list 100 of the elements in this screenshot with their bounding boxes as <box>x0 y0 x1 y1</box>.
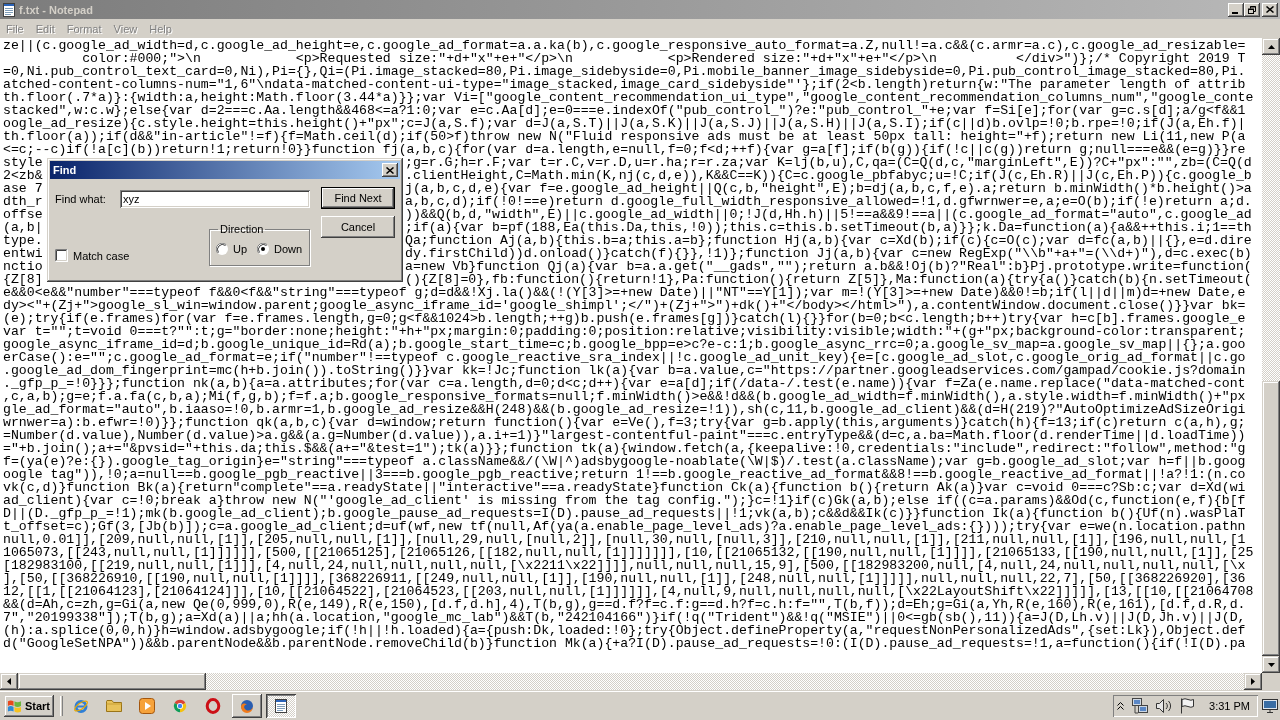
scrollbar-thumb[interactable] <box>18 673 206 690</box>
code-line: dth_r <box>3 195 43 208</box>
four-pane-logo-icon <box>7 698 22 713</box>
notepad-icon <box>275 698 287 713</box>
scroll-left-button[interactable] <box>0 673 18 690</box>
down-arrow-icon <box>1267 662 1275 667</box>
start-button[interactable]: Start <box>4 694 54 717</box>
desktop-icon[interactable] <box>1262 698 1278 713</box>
direction-radio[interactable]: Down <box>257 243 303 255</box>
code-line: 1065073,[[243,null,null,[1]]]]]],[500,[[21065125],[21065126,[[182,null,null,[1]]]]]]],[10,[[21065132,[[190,null,null,[1]]]],[21065133,[[190,null,null,[1]],[25 <box>3 545 1254 560</box>
code-line: .google_ad_dom_fingerprint=mc(h+b.join()).toString()}}var kk=!Jc;function lk(a){var b=a.value,c="https://partner.googleadservices.com/gampad/cookie.js?domain <box>3 363 1246 378</box>
code-line: Qa;function Aj(a,b){this.b=a;this.a=b};function Hj(a,b){var c=Xd(b);if(c){c=O(c);var d=fc(a,b)||{},e=d.dire <box>405 234 1252 247</box>
minimize-button[interactable] <box>1228 2 1244 17</box>
code-line: google_async_iframe_id=d;b.google_unique_id=Rd(a);b.google_start_time=c;b.google_bpp=e>c?e-c:1;b.google_async_rrc=0;a.google_sv_map=a.google_sv_map||{};a.goo <box>3 337 1246 352</box>
taskbar-button[interactable] <box>266 693 296 718</box>
vertical-scrollbar[interactable] <box>1262 38 1280 673</box>
close-icon <box>386 166 394 174</box>
code-line: ad_client){var c=!0;break a}throw new N("'google_ad_client' is missing from the tag config.");}c=!1}if(c)Gk(a,b);else if((c=a.params)&&Od(c,function(e,f){b[f <box>3 493 1246 508</box>
globe-orbit-icon[interactable] <box>73 697 89 714</box>
code-line: stacked",w:c.w};else{var d=2===c.Aa.length&&468<=a?1:0;var e=c.Aa[d];e=0===e.indexOf("pub_control_")?e:"pub_control_"+e;var f=Si[e];for(var g=c.s[d];a/g<f&&1 <box>3 103 1246 118</box>
code-line: (h):a.splice(0,0,h)}h=window.adsbygoogle;if(!h||!h.loaded){a={push:Dk,loaded:!0};try{Object.defineProperty(a,"requestNonPersonalizedAds",{set:Lk}),Object.def <box>3 623 1246 638</box>
play-icon[interactable] <box>139 697 155 714</box>
code-line: th.floor(a));if(d&&"in-article"!=f){f=Math.ceil(d);if(50>f)throw new N("Fluid responsive ads must be at least 50px tall: height="+f);return new Li(11,new P(a <box>3 129 1246 144</box>
direction-radio[interactable]: Up <box>216 243 248 255</box>
horizontal-scrollbar[interactable] <box>0 673 1262 690</box>
code-line: t_offset=c);Gf(3,[Jb(b)]);c=a.google_ad_client;d=uf(wf,new tf(null,Af(ya(a.enable_page_level_ads)?a.enable_page_level_ads:{})));try{var e=we(n.location.pathn <box>3 519 1246 534</box>
code-line: (a,b| <box>3 221 43 234</box>
scrollbar-thumb[interactable] <box>1262 381 1280 656</box>
speaker-icon[interactable] <box>1156 698 1173 713</box>
taskbar-button[interactable] <box>232 693 262 718</box>
dialog-button[interactable]: Cancel <box>321 216 395 238</box>
clock: 3:31 PM <box>1209 699 1250 712</box>
code-line: ._gfp_p_=!0}}};function nk(a,b){a=a.attributes;for(var c=a.length,d=0;d<c;d++){var e=a[d];if(/data-/.test(e.name)){var f=Za(e.name.replace("data-matched-cont <box>3 376 1246 391</box>
code-line: ze||(c.google_ad_width=d,c.google_ad_height=e,c.google_ad_format=a.a.ka(b),c.google_responsive_auto_format=a.Z,null!=a.c&&(c.armr=a.c),c.google_ad_resizable= <box>3 38 1246 53</box>
code-line: =Number(d.value),Number(d.value)>a.g&&(a.g=Number(d.value)),a.i+=1)}"largest-contentful-paint"===c.entryType&&(d=c,a.ba=Math.floor(d.renderTime||d.loadTime)) <box>3 428 1246 443</box>
code-line: d("GoogleSetNPA"))&&b.parentNode&&b.parentNode.removeChild(b)}function Mk(a){+a?I(D).pause_ad_requests=!0:(I(D).pause_ad_requests=!1,a=function(){if(!I(D).pa <box>3 636 1246 651</box>
scroll-down-button[interactable] <box>1262 656 1280 673</box>
code-line: D||(D._gfp_p_=!1);mk(b.google_ad_client);b.google_pause_ad_requests=I(D).pause_ad_requests||!1;vk(a,b);c&&d&&Ik(c)}}function Ik(a){function b(){Uf(n).wasPlaT <box>3 506 1246 521</box>
code-line: var t="";t=void 0===t?"":t;g="border:none;height:"+h+"px;margin:0;padding:0;position:relative;visibility:visible;width:"+(g+"px;background-color:transparent; <box>3 324 1246 339</box>
up-arrow-icon <box>1267 44 1275 49</box>
restore-button[interactable] <box>1244 2 1260 17</box>
code-line: ="+b.join();a+="&pvsid="+this.da;this.$&&(a+="&test=1");tk(a)}};function tk(a){window.fetch(a,{keepalive:!0,credentials:"include",redirect:"follow",method:"g <box>3 441 1246 456</box>
code-line: a=new Vb}function Qj(a){var b=a.a.get("__gads","");return a.b&&!Oj(b)?"Real":b}Pj.prototype.write=function( <box>405 260 1252 273</box>
code-line: ],[50,[[368226910,[[190,null,null,[1]]]],[368226911,[[249,null,null,[1]],[190,null,null,[1]],[248,null,null,[1]]]]],null,null,null,22,7],[50,[[368226920],[36 <box>3 571 1246 586</box>
window-title: f.txt - Notepad <box>19 3 93 16</box>
match-case-checkbox[interactable]: Match case <box>55 249 130 262</box>
swirl-globe-icon <box>239 697 255 714</box>
code-line: 2<zb& <box>3 169 43 182</box>
code-line: atched-content-columns-num="1,6"\ndata-matched-content-ui-type="image_stacked,image_card_sidebyside"'};if(2<b.length)return{w:"The parameter length of attrib <box>3 77 1246 92</box>
dialog-title: Find <box>53 164 77 176</box>
code-line: gle_ad_format="auto",b.iaaso=!0,b.armr=1,b.google_ad_resize&&H(248)&&(b.google_ad_resize=!1)),sh(c,11,b.google_ad_client)&&(d=H(219)?"AutoOptimizeAdSizeOrigi <box>3 402 1246 417</box>
code-line: ;g=r.G;h=r.F;var t=r.C,v=r.D,u=r.ha;r=r.za;var K=lj(b,u),C,qa=(C=Q(d,c,"marginLeft",E))?C+"px":"",zb=(C=Q(d <box>405 156 1252 169</box>
code-line: &&(d=Ah,c=zh,g=Gi(a,new Qe(0,999,0),R(e,149),R(e,150),[d.f,d.h],4),T(b,g),g==d.f?f=c.f:g==d.h?f=c.h:f="",T(b,f));d=Eh;g=Gi(a,Yh,R(e,160),R(e,161),[d.f,d.R,d. <box>3 597 1246 612</box>
scroll-up-button[interactable] <box>1262 38 1280 55</box>
close-button[interactable] <box>382 163 398 177</box>
code-line: e&&0<e&&"number"===typeof f&&0<f&&"string"===typeof g;d=d&&!Xj.la()&&(!(Y[3]>=+new Date)||"NT"==Y[1]);var m=!(Y[3]>=+new Date)&&0!=b;if(l||d||m)d=+new Date,e <box>3 285 1246 300</box>
code-line: nctio <box>3 260 43 273</box>
restore-icon <box>1248 5 1256 14</box>
chevron-icon[interactable] <box>1117 701 1125 710</box>
code-line: oogle_ad_resize){c.style.height=this.height()+"px";c=J(a,S.f);var d=J(a,S.T)||J(a,S.K)||J(a,S.J)||J(a,S.H)||J(a,S.I);if(c||d)b.ovlp=!0;b.rpe=!0;if(J(a,Eh.f)| <box>3 116 1246 131</box>
code-line: vk(c,d)}function Bk(a){return"complete"==a.readyState||"interactive"==a.readyState}function Ck(a){function b(){return Ak(a)}var c=void 0===c?Sb:c;var d=Xd(wi <box>3 480 1246 495</box>
code-line: ;if(a){var b=pf(188,Ea(this.Da,this,!0));this.c=this.b.setTimeout(b,a)}};k.Da=function(a){a&&++this.i;1==th <box>405 221 1252 234</box>
code-line: style <box>3 156 43 169</box>
code-line: null,0.01]],[209,null,null,[1]],[205,null,null,[1]],[null,29,null,[null,2]],[null,30,null,[null,3]],[210,null,null,[1]],[211,null,null,[1]],[196,null,null,[1 <box>3 532 1246 547</box>
code-line: j(a,b,c,d,e){var f=e.google_ad_height||Q(c,b,"height",E);b=dj(a,b,c,f,e).a;return b.minWidth()*b.height()>a <box>405 182 1252 195</box>
group-label: Direction <box>219 223 265 236</box>
notepad-icon <box>3 2 15 17</box>
close-button[interactable] <box>1262 2 1278 17</box>
close-icon <box>1266 6 1274 13</box>
code-line: wrnwer=a):b.efwr=!0)}};function qk(a,b,c){var d=window;return function(){var e=Ve(),f=3;try{var g=b.apply(this,arguments)}catch(h){f=13;if(c)return c(a,h),g; <box>3 415 1246 430</box>
ring-icon[interactable] <box>205 697 221 714</box>
folder-icon[interactable] <box>106 699 122 712</box>
code-line: 7","20199338"]);T(b,g);a=Xd(a)||a;hh(a.location,"google_mc_lab")&&T(b,"242104166")}if(!q("Trident")&&!q("MSIE")||0<=gb(sb(),11)){a=J(D,Lh.v)||J(D,Jh.v)||J(D, <box>3 610 1246 625</box>
minimize-icon <box>1232 11 1238 14</box>
network-icon[interactable] <box>1132 697 1149 714</box>
code-line: =0,Ni.pub_control_text_card=0,Ni),Pi={},Qi=(Pi.image_stacked=80,Pi.image_sidebyside=0,Pi.mobile_banner_image_sidebyside=0,Pi.pub_control_image_stacked=80,Pi. <box>3 64 1246 79</box>
code-line: (e);try{if(e.frames)for(var f=e.frames.length,g=0;g<f&&1024>b.length;++g)b.push(e.frames[g])}catch(l){}}for(b=0;b<c.length;b++)try{var h=c[b].frames.google_e <box>3 311 1246 326</box>
code-line: ,c,a,b);g=e;f.a.fa(c,b,a);Mi(f,g,b);f=f.a;b.google_responsive_formats=null;f.minWidth()>e&&!d&&(b.google_ad_width=f.minWidth(),a.style.width=f.minWidth()+"px <box>3 389 1246 404</box>
code-line: type. <box>3 234 43 247</box>
code-line: (){Z[8]=0},fb:function(){return!1},Pa:function(){return Z[5]},Ma:function(a){try{a()}catch(b){n.setTimeout( <box>405 273 1252 286</box>
find-what-field[interactable]: xyz <box>120 190 310 208</box>
code-line: <=c;--c)if(!a[c](b))return!1;return!0}}function fj(a,b,c){for(var d=a.length,e=null,f=0;f<d;++f){var g=a[f];if(b(g)){if(!c||c(g))return g;null===e&&(e=g)}}re <box>3 142 1246 157</box>
code-line: dy><"+(Zj+">google_sl_win=window.parent;google_async_iframe_id='google_shimpl';</")+(Zj+">")+dk()+"</body></html>"),a.contentWindow.document.close()}}var bk= <box>3 298 1246 313</box>
code-line: .clientHeight,C=Math.min(K,nj(c,d,e)),K&&C==K)){C=c.google_pbfabyc;u=!C;if(J(c,Eh.R)||J(c,Eh.P)){c.google_b <box>405 169 1252 182</box>
code-line: erCase():e="";c.google_ad_format=e;if("number"!==typeof c.google_reactive_sra_index||!c.google_ad_unit_key){e=[c.google_ad_slot,c.google_orig_ad_format||c.go <box>3 350 1246 365</box>
code-line: oogle tag")),!0;a=null==b.google_pgb_reactive||3===b.google_pgb_reactive;return 1!==b.google_reactive_ad_format&&8!==b.google_reactive_ad_format||!a?!1:(n.co <box>3 467 1246 482</box>
code-line: offse <box>3 208 43 221</box>
dialog-button[interactable]: Find Next <box>321 187 395 209</box>
code-line: f=(ya(e)?e:{}).google_tag_origin}e="string"===typeof a.className&&/(\W|^)adsbygoogle-noablate(\W|$)/.test(a.className);var g=b.google_ad_slot;var h=f||b.goog <box>3 454 1246 469</box>
code-line: ase 7 <box>3 182 43 195</box>
left-arrow-icon <box>7 678 11 685</box>
segmented-circle-icon[interactable] <box>172 697 188 714</box>
code-line: 12,[[1,[[21064123],[21064124]]],[10,[[21064522],[21064523,[[203,null,null,[1]]]]]],[4,null,9,null,null,null,null,[\x22LayoutShift\x22]]]]],[13,[[10,[[21064708 <box>3 584 1254 599</box>
code-line: dy.firstChild))d.onload()}catch(f){}},!1)};function Jj(a,b){var c=new RegExp("\\b"+a+"=(\\d+)"),d=c.exec(b) <box>405 247 1252 260</box>
code-line: color:#000;">\n <p>Requested size:"+d+"x"+e+"</p>\n <p>Rendered size:"+d+"x"+e+"</p>\n </div>")};/* Copyright 2019 T <box>82 51 1246 66</box>
scroll-right-button[interactable] <box>1244 673 1262 690</box>
code-line: [182983100,[[219,null,null,[1]]],[4,null,24,null,null,null,null,[\x2211\x22]]]],null,null,null,15,9],[500,[[182983200,null,[4,null,24,null,null,null,null,[\x <box>3 558 1246 573</box>
flag-icon[interactable] <box>1180 697 1195 714</box>
find-what-label: Find what: <box>55 193 107 205</box>
code-line: entwi <box>3 247 43 260</box>
